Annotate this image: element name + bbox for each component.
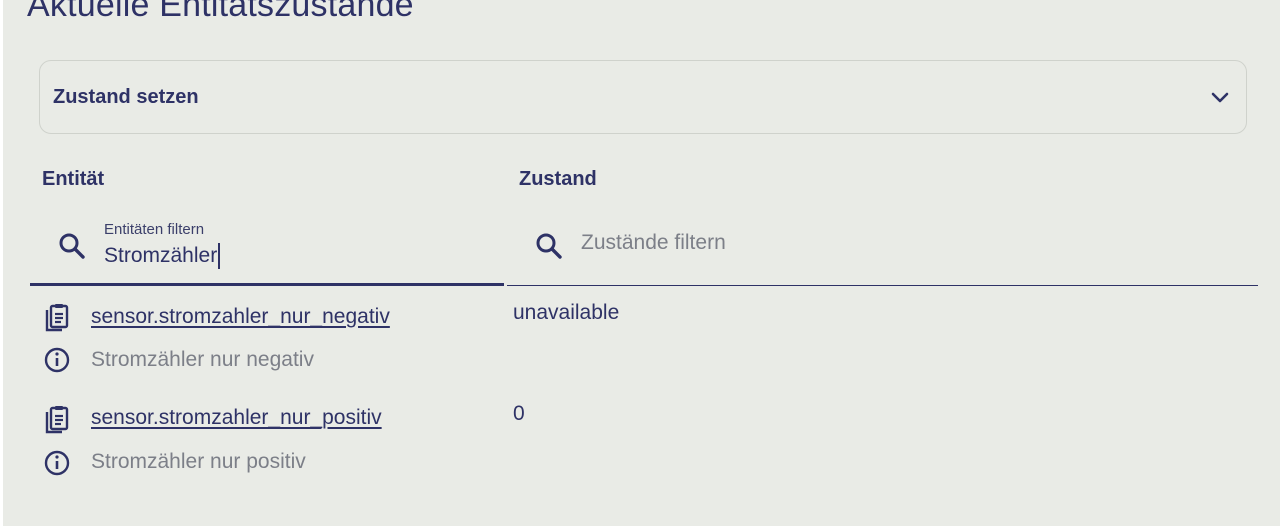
entity-state[interactable]: 0 [513,402,525,426]
left-edge-strip [0,0,3,526]
search-icon [56,230,88,262]
developer-tools-states-page: Aktuelle Entitätszustände Zustand setzen… [0,0,1280,526]
entity-link[interactable]: sensor.stromzahler_nur_positiv [91,406,382,430]
state-filter-placeholder[interactable]: Zustände filtern [581,231,726,255]
set-state-expander-label: Zustand setzen [53,85,199,108]
column-header-state: Zustand [519,168,597,190]
column-header-entity: Entität [42,168,105,190]
entity-friendly-name: Stromzähler nur negativ [91,348,314,371]
entity-state[interactable]: unavailable [513,301,619,325]
entity-filter-label: Entitäten filtern [104,221,205,238]
search-icon [533,230,565,262]
set-state-expander[interactable]: Zustand setzen [39,60,1247,134]
text-cursor [218,243,221,269]
info-icon[interactable] [42,448,72,478]
entity-filter-field[interactable]: Entitäten filtern Stromzähler [30,208,504,286]
chevron-down-icon[interactable] [1208,85,1232,109]
page-title: Aktuelle Entitätszustände [27,0,414,24]
entity-friendly-name: Stromzähler nur positiv [91,450,306,473]
clipboard-icon[interactable] [42,404,72,434]
entity-filter-value: Stromzähler [104,244,218,267]
clipboard-icon[interactable] [42,302,72,332]
info-icon[interactable] [42,345,72,375]
state-filter-field[interactable]: Zustände filtern [507,208,1258,286]
entity-filter-input[interactable]: Stromzähler [104,243,221,269]
entity-link[interactable]: sensor.stromzahler_nur_negativ [91,305,390,329]
